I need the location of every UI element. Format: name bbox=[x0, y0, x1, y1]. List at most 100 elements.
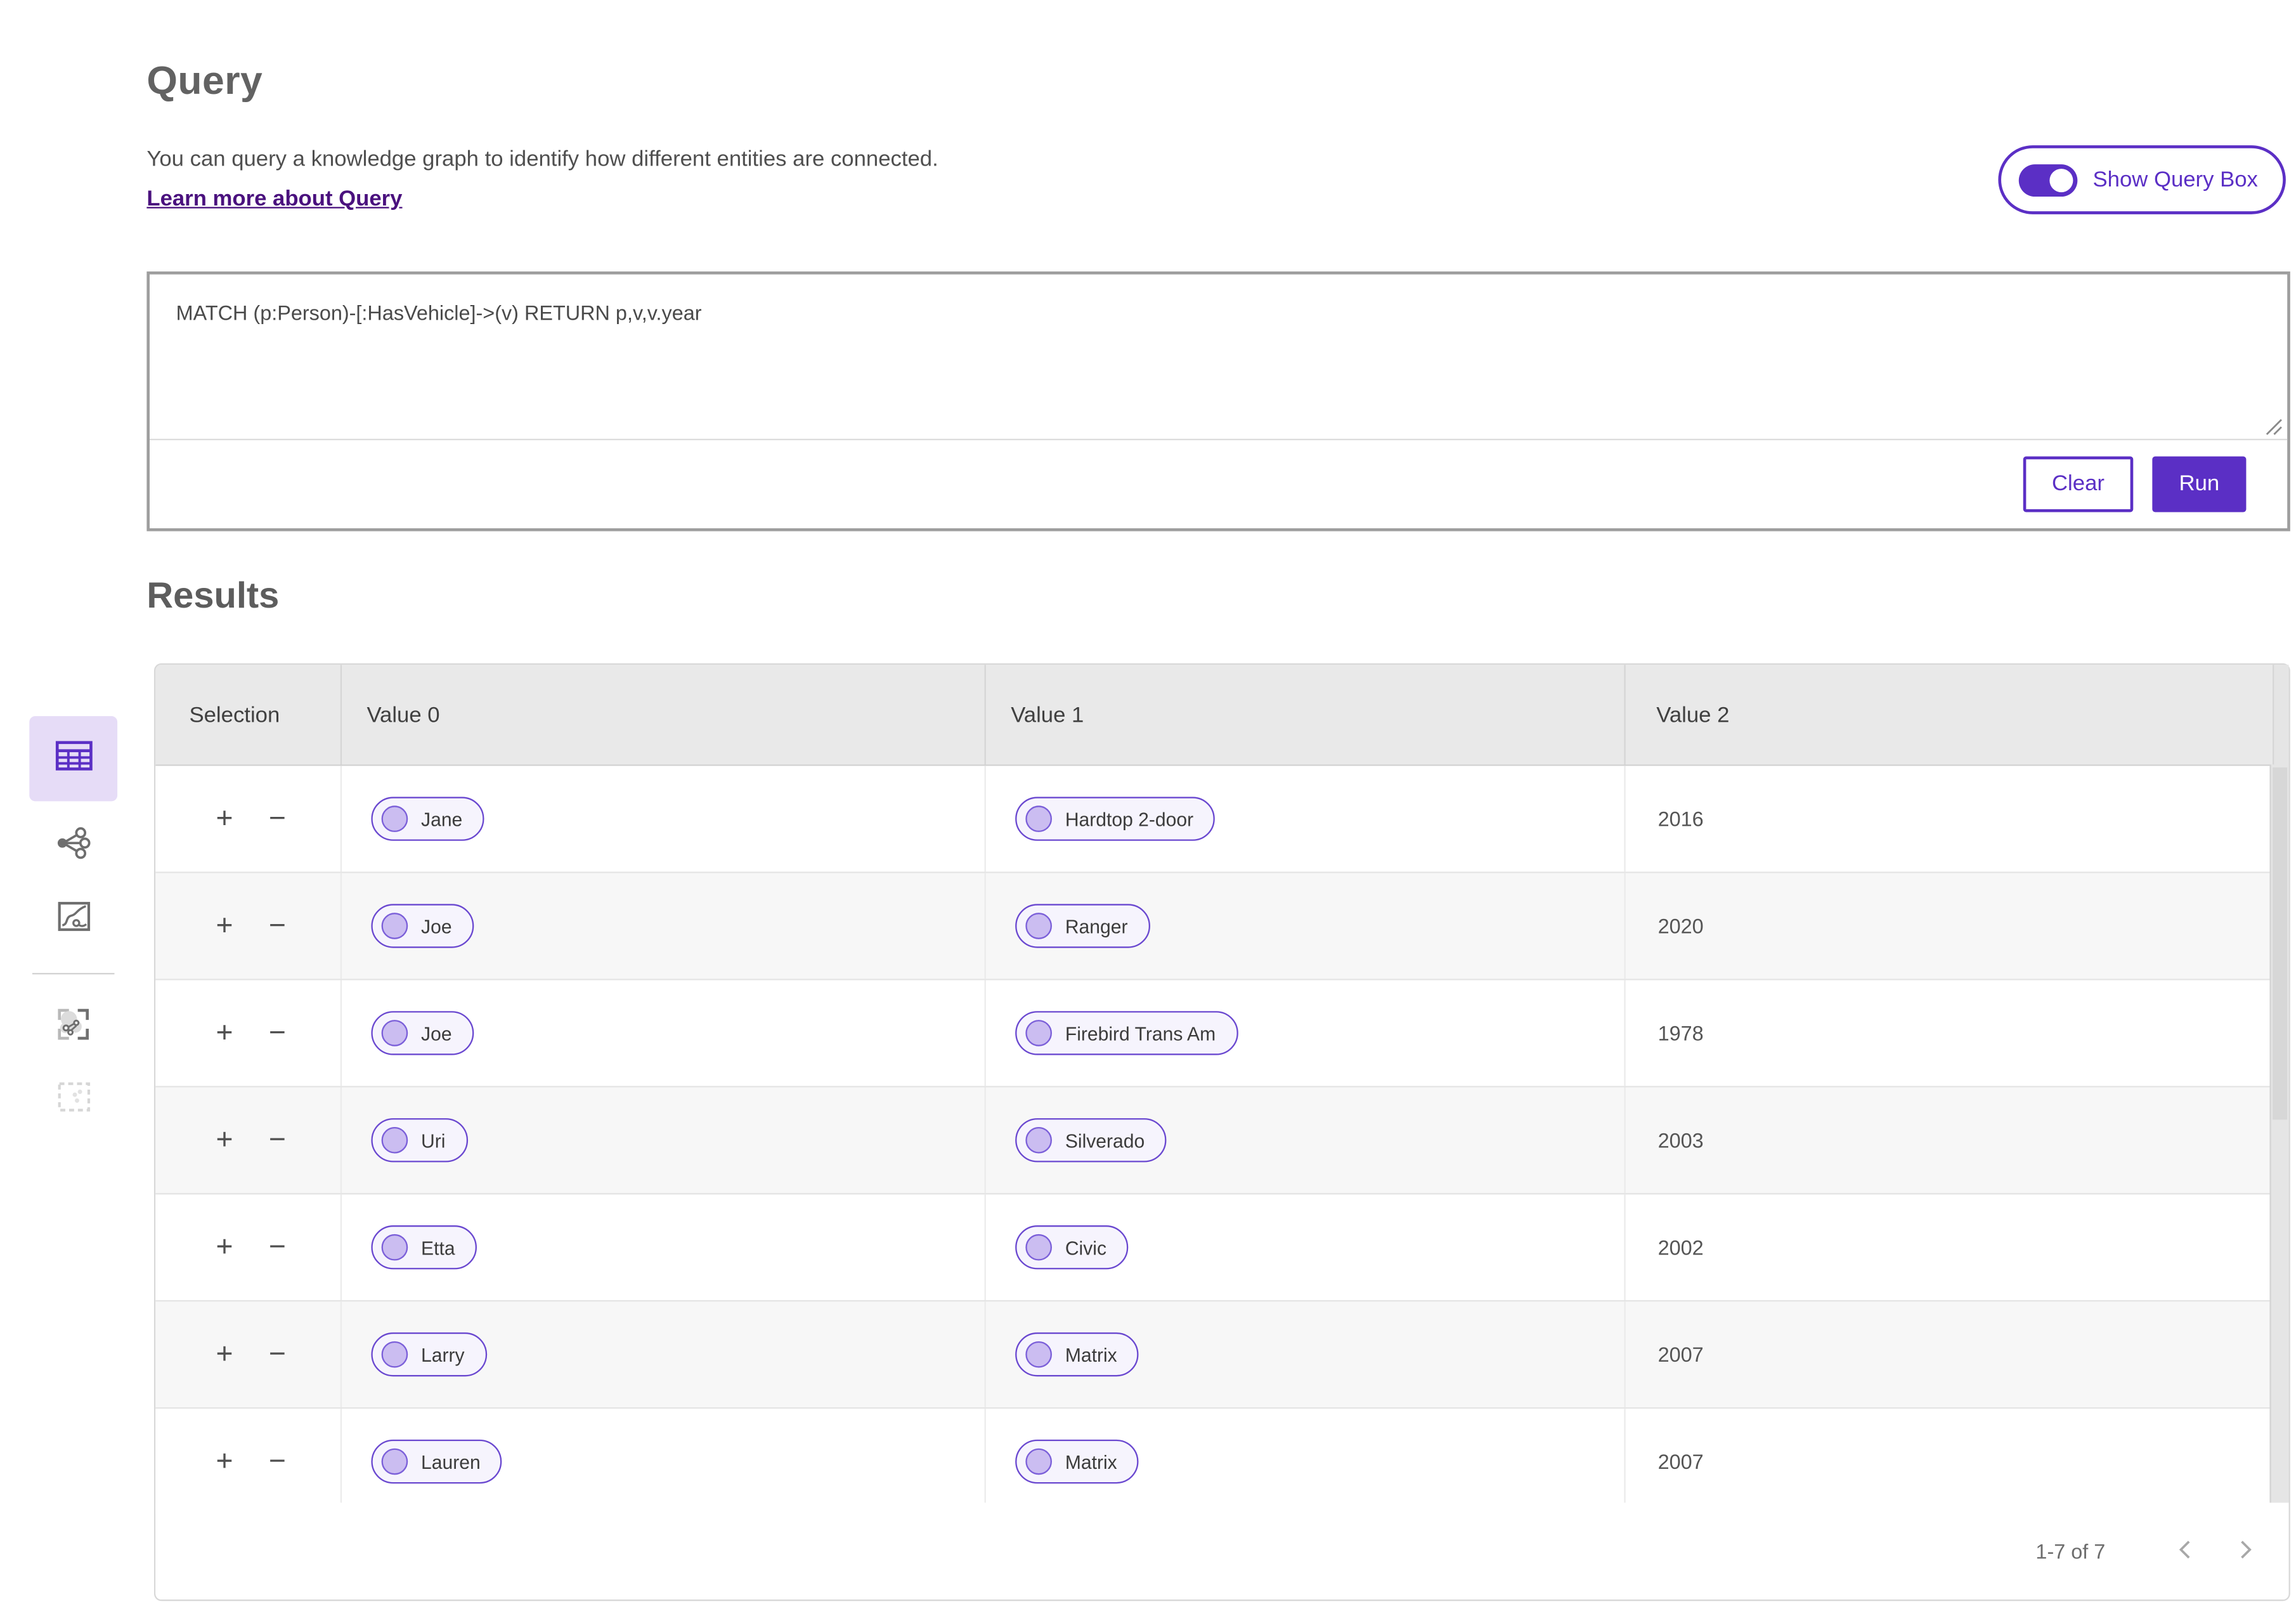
sidebar-item-graph-selection-view[interactable] bbox=[29, 991, 117, 1064]
person-pill-label: Jane bbox=[421, 807, 463, 830]
add-to-selection-button[interactable]: + bbox=[209, 1119, 241, 1161]
table-row: + − Lauren Matrix 2007 bbox=[155, 1409, 2289, 1516]
node-dot-icon bbox=[381, 1341, 408, 1368]
add-to-selection-button[interactable]: + bbox=[209, 1334, 241, 1375]
value1-cell: Hardtop 2-door bbox=[984, 766, 1625, 872]
remove-from-selection-button[interactable]: − bbox=[261, 1227, 294, 1268]
sidebar-item-graph-view[interactable] bbox=[29, 810, 117, 883]
clear-button[interactable]: Clear bbox=[2023, 455, 2134, 512]
node-dot-icon bbox=[1025, 1126, 1052, 1154]
header-cell-selection: Selection bbox=[189, 702, 280, 727]
vehicle-pill[interactable]: Matrix bbox=[1015, 1439, 1139, 1484]
query-box: MATCH (p:Person)-[:HasVehicle]->(v) RETU… bbox=[146, 271, 2290, 531]
vertical-scrollbar[interactable] bbox=[2269, 764, 2289, 1504]
vehicle-pill[interactable]: Firebird Trans Am bbox=[1015, 1011, 1238, 1055]
selection-cell: + − bbox=[155, 873, 341, 979]
value0-cell: Etta bbox=[340, 1194, 985, 1301]
toggle-label: Show Query Box bbox=[2092, 167, 2258, 193]
sidebar-item-map-view[interactable] bbox=[29, 883, 117, 957]
query-textarea[interactable]: MATCH (p:Person)-[:HasVehicle]->(v) RETU… bbox=[150, 275, 2288, 441]
person-pill-label: Larry bbox=[421, 1343, 465, 1365]
vehicle-pill[interactable]: Hardtop 2-door bbox=[1015, 797, 1216, 841]
year-cell: 2007 bbox=[1624, 1409, 2273, 1515]
add-to-selection-button[interactable]: + bbox=[209, 1441, 241, 1482]
year-cell: 2016 bbox=[1624, 766, 2273, 872]
vehicle-pill-label: Hardtop 2-door bbox=[1065, 807, 1194, 830]
vehicle-pill[interactable]: Matrix bbox=[1015, 1332, 1139, 1377]
person-pill[interactable]: Joe bbox=[371, 904, 474, 948]
table-row: + − Uri Silverado 2003 bbox=[155, 1087, 2289, 1195]
rail-divider bbox=[32, 973, 115, 975]
header-cell-value0: Value 0 bbox=[340, 665, 985, 765]
toggle-switch-icon[interactable] bbox=[2019, 163, 2079, 196]
app-viewport: Query You can query a knowledge graph to… bbox=[0, 0, 2296, 1616]
vehicle-pill-label: Civic bbox=[1065, 1236, 1107, 1259]
remove-from-selection-button[interactable]: − bbox=[261, 906, 294, 947]
view-switcher-rail bbox=[29, 716, 118, 1137]
value1-cell: Matrix bbox=[984, 1409, 1625, 1515]
page-title: Query bbox=[146, 58, 263, 103]
selection-box-icon bbox=[56, 1081, 90, 1119]
resize-handle-icon[interactable] bbox=[2262, 415, 2283, 436]
table-footer: 1-7 of 7 bbox=[155, 1502, 2289, 1600]
value0-cell: Larry bbox=[340, 1301, 985, 1407]
person-pill[interactable]: Joe bbox=[371, 1011, 474, 1055]
value0-cell: Lauren bbox=[340, 1409, 985, 1515]
learn-more-link[interactable]: Learn more about Query bbox=[146, 186, 402, 211]
person-pill[interactable]: Lauren bbox=[371, 1439, 503, 1484]
pagination-next-button[interactable] bbox=[2229, 1534, 2264, 1569]
year-cell: 2002 bbox=[1624, 1194, 2273, 1301]
value0-cell: Uri bbox=[340, 1087, 985, 1194]
node-dot-icon bbox=[381, 1234, 408, 1261]
query-page: Query You can query a knowledge graph to… bbox=[0, 0, 2296, 1615]
vehicle-pill-label: Firebird Trans Am bbox=[1065, 1022, 1216, 1045]
remove-from-selection-button[interactable]: − bbox=[261, 1119, 294, 1161]
node-dot-icon bbox=[1025, 1448, 1052, 1475]
year-cell: 2003 bbox=[1624, 1087, 2273, 1194]
pagination-range: 1-7 of 7 bbox=[2035, 1539, 2106, 1563]
vehicle-pill-label: Matrix bbox=[1065, 1450, 1117, 1473]
person-pill[interactable]: Uri bbox=[371, 1118, 468, 1163]
value0-cell: Joe bbox=[340, 873, 985, 979]
map-route-icon bbox=[56, 901, 90, 939]
value1-cell: Silverado bbox=[984, 1087, 1625, 1194]
add-to-selection-button[interactable]: + bbox=[209, 1227, 241, 1268]
person-pill[interactable]: Larry bbox=[371, 1332, 487, 1377]
remove-from-selection-button[interactable]: − bbox=[261, 1013, 294, 1054]
sidebar-item-table-view[interactable] bbox=[29, 716, 118, 802]
add-to-selection-button[interactable]: + bbox=[209, 1013, 241, 1054]
results-table: Selection Value 0 Value 1 Value 2 + − Ja… bbox=[153, 663, 2290, 1601]
table-row: + − Jane Hardtop 2-door 2016 bbox=[155, 766, 2289, 873]
value1-cell: Matrix bbox=[984, 1301, 1625, 1407]
header-cell-value1: Value 1 bbox=[984, 665, 1625, 765]
run-button[interactable]: Run bbox=[2152, 455, 2247, 512]
graph-frame-icon bbox=[56, 1006, 91, 1048]
year-cell: 2007 bbox=[1624, 1301, 2273, 1407]
add-to-selection-button[interactable]: + bbox=[209, 906, 241, 947]
pagination-prev-button[interactable] bbox=[2167, 1534, 2202, 1569]
person-pill-label: Uri bbox=[421, 1129, 446, 1152]
table-row: + − Etta Civic 2002 bbox=[155, 1194, 2289, 1302]
value0-cell: Jane bbox=[340, 766, 985, 872]
remove-from-selection-button[interactable]: − bbox=[261, 1334, 294, 1375]
vehicle-pill[interactable]: Civic bbox=[1015, 1225, 1129, 1270]
remove-from-selection-button[interactable]: − bbox=[261, 1441, 294, 1482]
selection-cell: + − bbox=[155, 1409, 341, 1515]
add-to-selection-button[interactable]: + bbox=[209, 798, 241, 840]
person-pill[interactable]: Jane bbox=[371, 797, 485, 841]
person-pill[interactable]: Etta bbox=[371, 1225, 477, 1270]
selection-cell: + − bbox=[155, 766, 341, 872]
selection-cell: + − bbox=[155, 981, 341, 1086]
table-row: + − Joe Ranger 2020 bbox=[155, 873, 2289, 981]
scrollbar-thumb[interactable] bbox=[2273, 767, 2288, 1120]
vehicle-pill[interactable]: Ranger bbox=[1015, 904, 1150, 948]
remove-from-selection-button[interactable]: − bbox=[261, 798, 294, 840]
vehicle-pill[interactable]: Silverado bbox=[1015, 1118, 1167, 1163]
query-actions: Clear Run bbox=[150, 439, 2287, 528]
node-dot-icon bbox=[1025, 1234, 1052, 1261]
header-cell-value2: Value 2 bbox=[1624, 665, 2273, 765]
results-title: Results bbox=[146, 575, 280, 616]
node-dot-icon bbox=[381, 1020, 408, 1046]
show-query-box-toggle[interactable]: Show Query Box bbox=[1999, 145, 2286, 214]
person-pill-label: Joe bbox=[421, 1022, 452, 1045]
